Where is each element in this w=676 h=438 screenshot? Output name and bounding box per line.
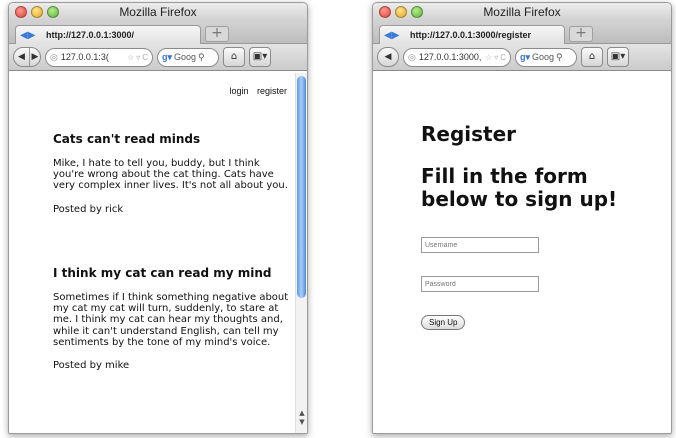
window-controls xyxy=(15,6,59,18)
navigation-toolbar: ◀ ◎ 127.0.0.1:3000, ☆ ▿ C g▾ Goog ⚲ ⌂ ▣▾ xyxy=(373,44,671,71)
magnifier-icon[interactable]: ⚲ xyxy=(556,52,563,63)
post: I think my cat can read my mind Sometime… xyxy=(53,266,293,371)
minimize-window-button[interactable] xyxy=(31,6,43,18)
tab-label: http://127.0.0.1:3000/register xyxy=(410,30,532,40)
navigation-toolbar: ◀ ▶ ◎ 127.0.0.1:3( ☆ ▿ C g▾ Goog ⚲ ⌂ ▣▾ xyxy=(9,44,307,71)
star-icon[interactable]: ☆ xyxy=(485,53,492,62)
zoom-window-button[interactable] xyxy=(411,6,423,18)
title-bar: Mozilla Firefox xyxy=(373,3,671,22)
page-content: login register Cats can't read minds Mik… xyxy=(9,73,307,433)
reload-icon[interactable]: C xyxy=(142,53,148,62)
browser-window-register: Mozilla Firefox ◀▶ http://127.0.0.1:3000… xyxy=(372,2,672,434)
browser-window-home: Mozilla Firefox ◀▶ http://127.0.0.1:3000… xyxy=(8,2,308,434)
sign-up-button[interactable]: Sign Up xyxy=(421,315,466,330)
vertical-scrollbar[interactable]: ▲ ▼ xyxy=(295,73,307,433)
post-body: Sometimes if I think something negative … xyxy=(53,292,289,348)
register-link[interactable]: register xyxy=(257,86,287,96)
tab-register[interactable]: ◀▶ http://127.0.0.1:3000/register xyxy=(379,25,565,44)
url-text: 127.0.0.1:3( xyxy=(60,52,109,62)
form-instructions: Fill in the form below to sign up! xyxy=(421,164,618,211)
url-bar[interactable]: ◎ 127.0.0.1:3( ☆ ▿ C xyxy=(45,47,153,67)
close-window-button[interactable] xyxy=(15,6,27,18)
back-arrow-icon[interactable]: ◀ xyxy=(14,48,29,66)
tab-label: http://127.0.0.1:3000/ xyxy=(46,30,135,40)
post-title: Cats can't read minds xyxy=(53,132,201,146)
globe-icon: ◎ xyxy=(408,51,416,62)
forward-arrow-icon[interactable]: ▶ xyxy=(29,48,40,66)
tab-strip: ◀▶ http://127.0.0.1:3000/ + xyxy=(9,22,307,44)
scroll-arrows[interactable]: ▲ ▼ xyxy=(296,409,307,427)
google-icon: g▾ xyxy=(520,51,531,62)
auth-links: login register xyxy=(229,86,287,96)
tab-scroll-icon[interactable]: ◀▶ xyxy=(384,30,400,41)
google-icon: g▾ xyxy=(162,51,173,62)
window-title: Mozilla Firefox xyxy=(119,5,197,19)
tab-home[interactable]: ◀▶ http://127.0.0.1:3000/ xyxy=(15,25,201,44)
password-input[interactable] xyxy=(421,276,539,292)
bookmarks-menu-icon[interactable]: ▣▾ xyxy=(249,47,271,67)
search-placeholder: Goog xyxy=(532,52,555,62)
post-byline: Posted by mike xyxy=(53,360,130,372)
minimize-window-button[interactable] xyxy=(395,6,407,18)
close-window-button[interactable] xyxy=(379,6,391,18)
window-controls xyxy=(379,6,423,18)
page-content: Register Fill in the form below to sign … xyxy=(373,73,671,433)
globe-icon: ◎ xyxy=(50,51,58,62)
post-title: I think my cat can read my mind xyxy=(53,266,272,280)
username-input[interactable] xyxy=(421,237,539,253)
post-body: Mike, I hate to tell you, buddy, but I t… xyxy=(53,158,288,192)
url-bar[interactable]: ◎ 127.0.0.1:3000, ☆ ▿ C xyxy=(403,47,511,67)
post: Cats can't read minds Mike, I hate to te… xyxy=(53,132,293,215)
new-tab-button[interactable]: + xyxy=(569,26,593,42)
back-arrow-icon[interactable]: ◀ xyxy=(377,47,399,67)
search-bar[interactable]: g▾ Goog ⚲ xyxy=(157,47,219,67)
home-icon[interactable]: ⌂ xyxy=(581,47,603,67)
star-icon[interactable]: ☆ xyxy=(127,53,134,62)
home-icon[interactable]: ⌂ xyxy=(223,47,245,67)
dropdown-arrow-icon[interactable]: ▿ xyxy=(494,53,498,62)
reload-icon[interactable]: C xyxy=(500,53,506,62)
title-bar: Mozilla Firefox xyxy=(9,3,307,22)
search-placeholder: Goog xyxy=(174,52,197,62)
window-title: Mozilla Firefox xyxy=(483,5,561,19)
magnifier-icon[interactable]: ⚲ xyxy=(198,52,205,63)
dropdown-arrow-icon[interactable]: ▿ xyxy=(136,53,140,62)
tab-strip: ◀▶ http://127.0.0.1:3000/register + xyxy=(373,22,671,44)
login-link[interactable]: login xyxy=(229,86,248,96)
bookmarks-menu-icon[interactable]: ▣▾ xyxy=(607,47,629,67)
page-title: Register xyxy=(421,122,517,146)
zoom-window-button[interactable] xyxy=(47,6,59,18)
scrollbar-thumb[interactable] xyxy=(297,76,306,298)
new-tab-button[interactable]: + xyxy=(205,26,229,42)
tab-scroll-icon[interactable]: ◀▶ xyxy=(20,30,36,41)
post-byline: Posted by rick xyxy=(53,203,124,215)
back-forward-group: ◀ ▶ xyxy=(13,47,41,67)
url-text: 127.0.0.1:3000, xyxy=(418,52,482,62)
search-bar[interactable]: g▾ Goog ⚲ xyxy=(515,47,577,67)
